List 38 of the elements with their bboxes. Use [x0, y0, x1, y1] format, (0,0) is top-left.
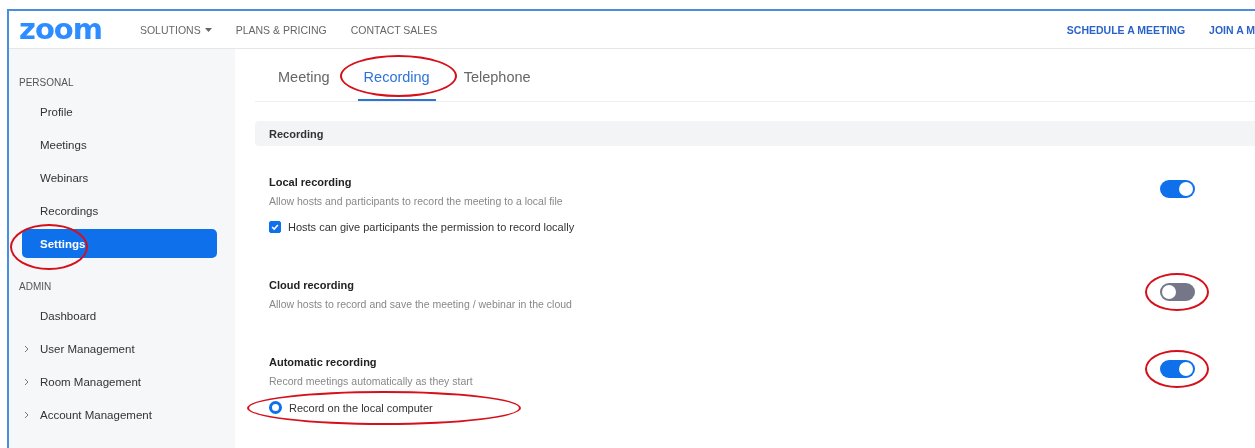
- chevron-icon: [24, 377, 29, 386]
- sidebar-item[interactable]: Dashboard: [22, 301, 217, 330]
- sidebar-item[interactable]: Profile: [22, 97, 217, 126]
- setting-title: Cloud recording: [269, 279, 354, 291]
- sidebar-item[interactable]: Room Management: [22, 367, 217, 396]
- sidebar-item[interactable]: User Management: [22, 334, 217, 363]
- checkbox[interactable]: [269, 221, 281, 233]
- chevron-icon: [24, 410, 29, 419]
- caret-icon: [204, 27, 212, 32]
- tab[interactable]: Meeting: [272, 68, 336, 101]
- setting-description: Allow hosts and participants to record the meeting to a local file: [269, 195, 563, 207]
- setting-title: Local recording: [269, 176, 352, 188]
- nav-link[interactable]: JOIN A M: [1209, 23, 1255, 36]
- nav-link[interactable]: SCHEDULE A MEETING: [1066, 23, 1186, 36]
- section-heading: PERSONAL: [19, 75, 74, 90]
- sidebar-item[interactable]: Account Management: [22, 400, 217, 429]
- setting-description: Allow hosts to record and save the meeting / webinar in the cloud: [269, 298, 572, 310]
- option-label: Hosts can give participants the permission to record locally: [288, 221, 575, 233]
- logo[interactable]: zoom: [19, 15, 102, 44]
- section-heading: ADMIN: [19, 279, 52, 294]
- toggle-switch[interactable]: [1160, 180, 1195, 198]
- setting-description: Record meetings automatically as they start: [269, 375, 473, 387]
- sidebar-item[interactable]: Recordings: [22, 196, 217, 225]
- tab[interactable]: Telephone: [457, 68, 537, 101]
- toggle-switch[interactable]: [1160, 360, 1195, 378]
- section-title: Recording: [269, 127, 324, 140]
- toggle-switch[interactable]: [1160, 283, 1195, 301]
- sidebar-item[interactable]: Webinars: [22, 163, 217, 192]
- chevron-icon: [24, 344, 29, 353]
- radio-button[interactable]: [269, 401, 282, 414]
- tab[interactable]: Recording: [357, 68, 436, 101]
- nav-link[interactable]: SOLUTIONS: [139, 23, 212, 36]
- sidebar-item[interactable]: Meetings: [22, 130, 217, 159]
- sidebar-item[interactable]: Settings: [22, 229, 217, 258]
- setting-title: Automatic recording: [269, 356, 377, 368]
- nav-link[interactable]: CONTACT SALES: [350, 23, 438, 36]
- option-label: Record on the local computer: [289, 401, 433, 414]
- nav-link[interactable]: PLANS & PRICING: [235, 23, 327, 36]
